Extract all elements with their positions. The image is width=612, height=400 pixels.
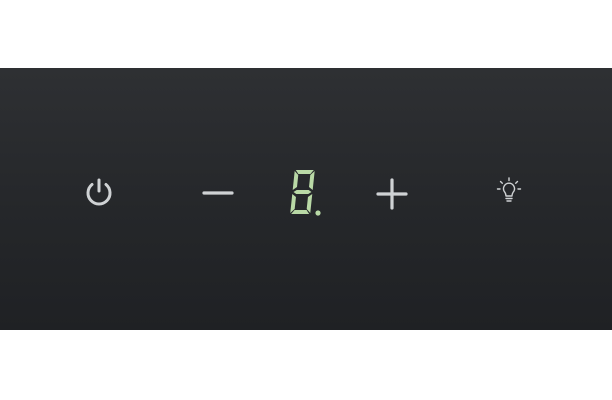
power-icon [86, 178, 112, 206]
segment-c [306, 194, 313, 213]
increase-button[interactable] [372, 174, 412, 214]
seven-segment-digit [290, 170, 321, 216]
decrease-button[interactable] [198, 173, 238, 213]
light-button[interactable] [489, 172, 529, 212]
segment-a [295, 170, 314, 174]
decimal-point [315, 210, 321, 216]
power-button[interactable] [79, 172, 119, 212]
segment-f [292, 171, 299, 190]
segment-g [293, 190, 312, 194]
seven-segment-display: 8 [283, 168, 323, 218]
minus-icon [202, 191, 234, 195]
light-bulb-icon [496, 177, 522, 202]
segment-d [291, 210, 310, 214]
plus-icon [376, 178, 408, 210]
